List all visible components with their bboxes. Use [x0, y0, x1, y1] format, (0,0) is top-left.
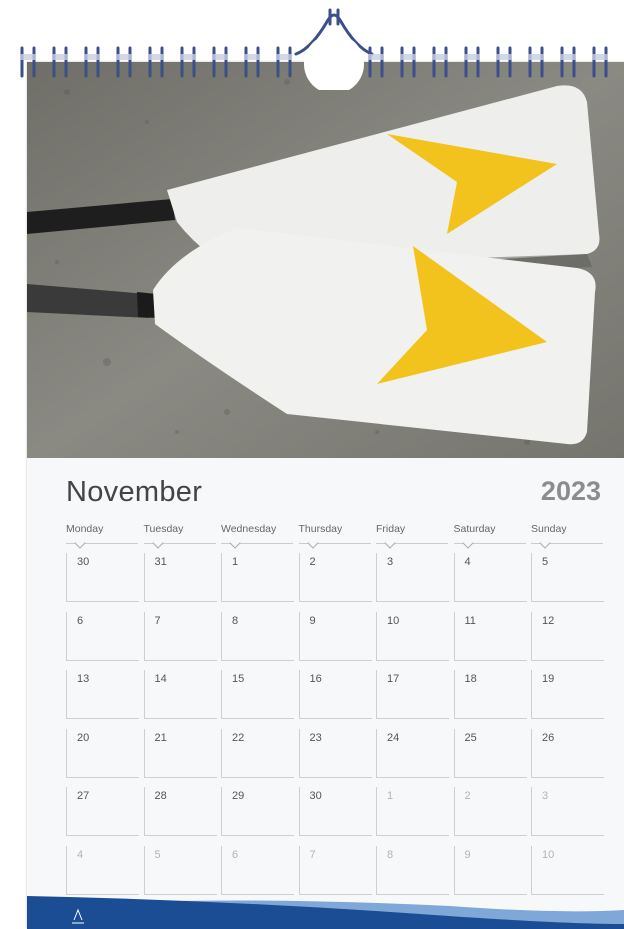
day-number: 5: [542, 556, 549, 568]
day-number: 9: [309, 614, 316, 627]
day-cell: 30: [298, 787, 372, 836]
footer-stripe: [27, 896, 624, 929]
day-cell: 1: [376, 787, 449, 836]
day-cell: 3: [376, 553, 449, 602]
day-number: 2: [464, 790, 471, 802]
day-number: 15: [232, 673, 245, 685]
day-number: 13: [77, 673, 90, 685]
weekday-wednesday: Wednesday: [221, 523, 293, 549]
day-cell: 2: [453, 787, 527, 836]
day-cell: 13: [66, 670, 139, 719]
day-cell: 24: [376, 728, 449, 778]
day-cell: 17: [376, 670, 449, 719]
day-cell: 2: [298, 553, 372, 602]
day-cell: 11: [453, 611, 527, 661]
weekday-saturday: Saturday: [453, 523, 526, 549]
year-title: 2023: [540, 476, 601, 506]
day-number: 3: [387, 556, 394, 568]
day-number: 24: [387, 731, 400, 744]
day-number: 3: [542, 790, 549, 802]
day-number: 1: [232, 556, 239, 568]
day-cell: 5: [531, 553, 604, 602]
day-number: 18: [464, 673, 477, 685]
day-number: 17: [387, 673, 400, 685]
spiral-binding: [20, 8, 608, 90]
day-number: 8: [387, 848, 394, 861]
weekday-monday: Monday: [66, 523, 138, 549]
day-number: 31: [154, 556, 167, 568]
day-cell: 18: [453, 670, 527, 719]
day-cell: 30: [66, 553, 139, 602]
day-number: 16: [309, 673, 322, 685]
day-number: 30: [77, 556, 90, 568]
day-cell: 7: [143, 611, 217, 661]
month-title: November: [66, 476, 203, 508]
day-cell: 1: [221, 553, 294, 602]
weekday-friday: Friday: [376, 523, 448, 549]
day-cell: 15: [221, 670, 294, 719]
day-cell: 21: [143, 728, 217, 778]
day-number: 6: [77, 614, 84, 627]
day-cell: 20: [66, 728, 139, 778]
weekday-thursday: Thursday: [298, 523, 371, 549]
day-number: 25: [464, 731, 477, 744]
day-number: 23: [309, 731, 322, 744]
day-number: 5: [154, 848, 161, 861]
weekday-tuesday: Tuesday: [143, 523, 216, 549]
day-number: 9: [464, 848, 471, 861]
weekday-sunday: Sunday: [531, 523, 603, 549]
day-cell: 12: [531, 611, 604, 661]
day-cell: 4: [453, 553, 527, 602]
day-cell: 8: [221, 611, 294, 661]
day-number: 28: [154, 790, 167, 802]
day-cell: 19: [531, 670, 604, 719]
day-number: 29: [232, 790, 245, 802]
day-number: 12: [542, 614, 555, 627]
day-cell: 27: [66, 787, 139, 836]
day-cell: 9: [298, 611, 372, 661]
day-number: 22: [232, 731, 245, 744]
day-number: 6: [232, 848, 239, 861]
day-cell: 16: [298, 670, 372, 719]
day-cell: 6: [66, 611, 139, 661]
day-cell: 3: [531, 787, 604, 836]
day-number: 27: [77, 790, 90, 802]
day-cell: 26: [531, 728, 604, 778]
day-number: 10: [387, 614, 400, 627]
day-number: 20: [77, 731, 90, 744]
day-number: 8: [232, 614, 239, 627]
day-cell: 31: [143, 553, 217, 602]
day-number: 7: [309, 848, 316, 861]
oar-photo: [27, 62, 624, 458]
day-cell: 10: [376, 611, 449, 661]
day-cell: 14: [143, 670, 217, 719]
day-number: 19: [542, 673, 555, 685]
day-number: 1: [387, 790, 394, 802]
day-cell: 22: [221, 728, 294, 778]
day-number: 30: [309, 790, 322, 802]
day-number: 14: [154, 673, 167, 685]
day-number: 2: [309, 556, 316, 568]
day-number: 7: [154, 614, 161, 627]
day-number: 4: [464, 556, 471, 568]
day-number: 4: [77, 848, 84, 861]
day-number: 11: [464, 614, 476, 627]
day-cell: 28: [143, 787, 217, 836]
day-cell: 25: [453, 728, 527, 778]
day-cell: 23: [298, 728, 372, 778]
day-cell: 29: [221, 787, 294, 836]
day-number: 26: [542, 731, 555, 744]
day-number: 21: [154, 731, 167, 744]
day-number: 10: [542, 848, 555, 861]
